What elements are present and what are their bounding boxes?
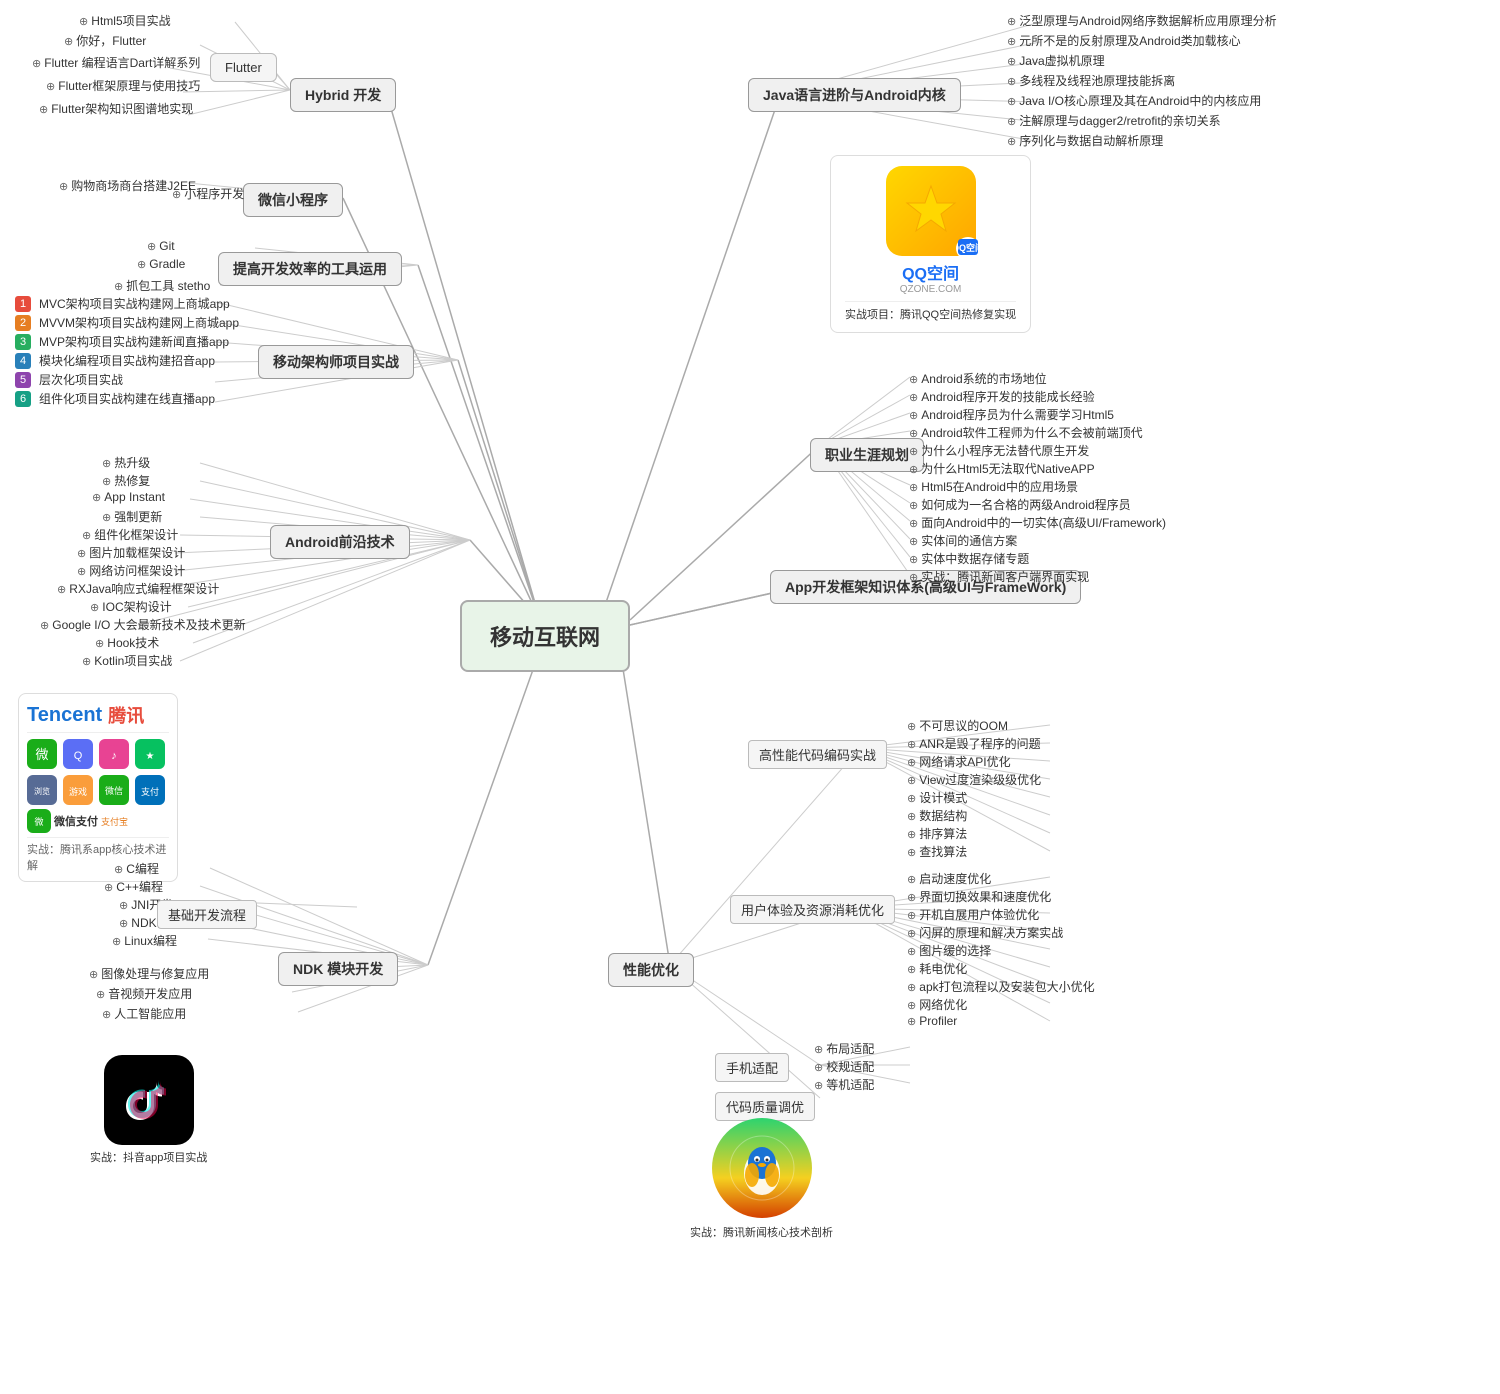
leaf-miniapp: 小程序开发 [168,183,248,204]
leaf-mvp: 3 MVP架构项目实战构建新闻直播app [15,331,233,352]
leaf-modular: 4 模块化编程项目实战构建招音app [15,350,219,371]
leaf-generics: 泛型原理与Android网络序数据解析应用原理分析 [1003,10,1281,31]
svg-text:★: ★ [146,751,155,762]
qq-space-node: QQ空间 QQ空间 QZONE.COM 实战项目：腾讯QQ空间热修复实现 [830,155,1031,333]
leaf-gradle: Gradle [133,255,189,273]
qq-app-node: 实战：腾讯新闻核心技术剖析 [690,1118,833,1240]
leaf-videodev: 音视频开发应用 [92,983,196,1004]
branch-java: Java语言进阶与Android内核 [748,78,961,112]
svg-text:♪: ♪ [111,750,117,762]
qqspace-caption: 实战项目：腾讯QQ空间热修复实现 [845,301,1016,322]
leaf-serialize: 序列化与数据自动解析原理 [1003,130,1167,151]
subbranch-highperf: 高性能代码编码实战 [748,740,887,769]
branch-career-label: 职业生涯规划 [825,447,909,463]
leaf-html5: Html5项目实战 [75,10,175,31]
branch-perf-label: 性能优化 [623,962,679,978]
branch-java-label: Java语言进阶与Android内核 [763,87,946,103]
center-label: 移动互联网 [490,625,600,650]
leaf-tencent-news: 实战：腾讯新闻客户端界面实现 [905,566,1093,587]
tiktok-image-node: 实战：抖音app项目实战 [90,1055,207,1165]
svg-text:Q: Q [74,750,83,762]
branch-performance: 性能优化 [608,953,694,987]
branch-tools: 提高开发效率的工具运用 [218,252,402,286]
leaf-appinstant: App Instant [88,488,169,506]
leaf-flutter-framework: Flutter框架原理与使用技巧 [42,75,204,96]
svg-text:QQ空间: QQ空间 [958,242,978,253]
mindmap-container: 移动互联网 Hybrid 开发 Flutter Html5项目实战 你好，Flu… [0,0,1500,1394]
svg-text:微: 微 [34,816,43,827]
branch-tools-label: 提高开发效率的工具运用 [233,261,387,277]
branch-arch: 移动架构师项目实战 [258,345,414,379]
leaf-jvm: Java虚拟机原理 [1003,50,1109,71]
leaf-flutter-dart: Flutter 编程语言Dart详解系列 [28,52,204,73]
leaf-phone-adapt: 等机适配 [810,1074,878,1095]
branch-ndk-label: NDK 模块开发 [293,961,383,977]
leaf-mvvm: 2 MVVM架构项目实战构建网上商城app [15,312,243,333]
leaf-io: Java I/O核心原理及其在Android中的内核应用 [1003,90,1265,111]
leaf-kotlin: Kotlin项目实战 [78,650,176,671]
leaf-annotation: 注解原理与dagger2/retrofit的亲切关系 [1003,110,1225,131]
branch-wechat-label: 微信小程序 [258,192,328,208]
branch-wechat: 微信小程序 [243,183,343,217]
svg-text:浏览: 浏览 [34,786,50,796]
leaf-imageproc: 图像处理与修复应用 [85,963,213,984]
leaf-ai: 人工智能应用 [98,1003,190,1024]
leaf-reflect: 元所不是的反射原理及Android类加载核心 [1003,30,1245,51]
subbranch-codequality: 代码质量调优 [715,1092,815,1121]
branch-android-advanced: Android前沿技术 [270,525,410,559]
center-node: 移动互联网 [460,600,630,672]
svg-text:微: 微 [35,747,48,762]
branch-ndk: NDK 模块开发 [278,952,398,986]
tencent-image-node: Tencent 腾讯 微 Q ♪ ★ 浏览 游戏 微信 [18,693,178,882]
branch-android-label: Android前沿技术 [285,534,395,550]
leaf-component: 6 组件化项目实战构建在线直播app [15,388,219,409]
subbranch-basic-dev: 基础开发流程 [157,900,257,929]
branch-hybrid-label: Hybrid 开发 [305,87,381,103]
leaf-thread: 多线程及线程池原理技能拆离 [1003,70,1179,91]
leaf-mvc: 1 MVC架构项目实战构建网上商城app [15,293,234,314]
tiktok-caption: 实战：抖音app项目实战 [90,1149,207,1165]
svg-text:游戏: 游戏 [69,786,87,797]
subbranch-userexp: 用户体验及资源消耗优化 [730,895,895,924]
leaf-linux: Linux编程 [108,930,181,951]
subbranch-phoneadapt: 手机适配 [715,1053,789,1082]
svg-text:支付: 支付 [141,786,159,797]
svg-text:微信: 微信 [105,785,123,796]
branch-hybrid: Hybrid 开发 [290,78,396,112]
leaf-git: Git [143,237,179,255]
leaf-flutter-hello: 你好，Flutter [60,30,150,51]
qq-app-caption: 实战：腾讯新闻核心技术剖析 [690,1224,833,1240]
leaf-search: 查找算法 [903,841,971,862]
flutter-subbranch: Flutter [210,53,277,82]
branch-arch-label: 移动架构师项目实战 [273,354,399,370]
leaf-profiler: Profiler [903,1012,961,1030]
leaf-layer: 5 层次化项目实战 [15,369,127,390]
leaf-flutter-arch: Flutter架构知识图谱地实现 [35,98,197,119]
